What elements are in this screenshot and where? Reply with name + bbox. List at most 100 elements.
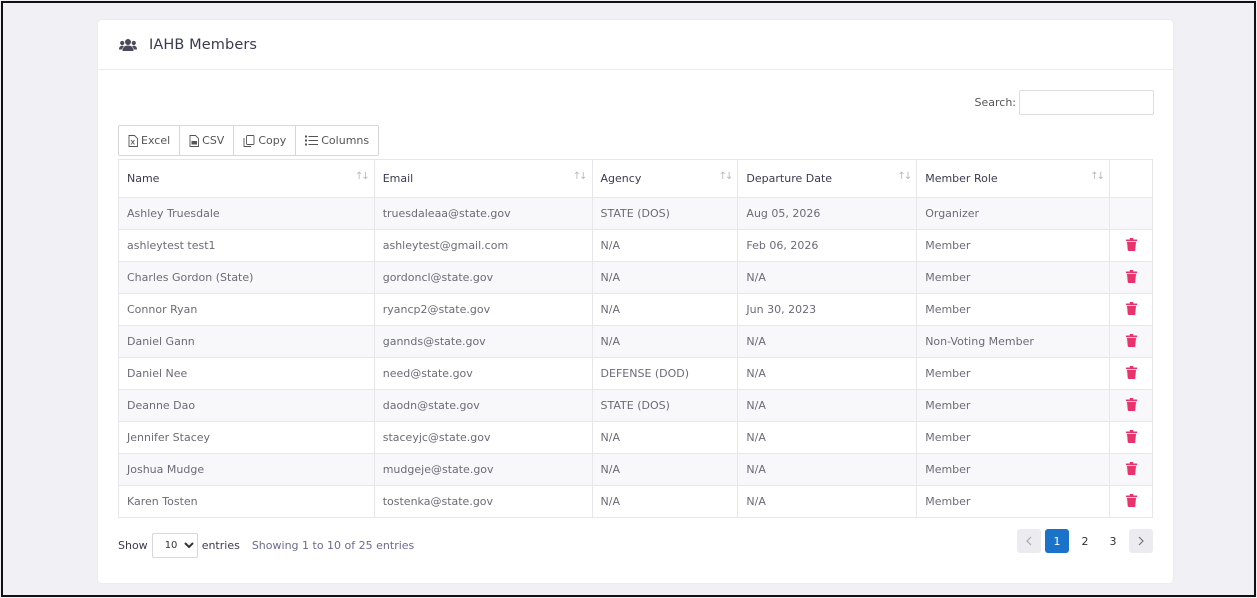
trash-icon[interactable] — [1125, 429, 1137, 443]
show-label: Show — [118, 539, 148, 552]
cell-agency: DEFENSE (DOD) — [591, 357, 739, 390]
cell-actions — [1109, 229, 1153, 262]
table-row: Jennifer Stacey staceyjc@state.gov N/A N/A M… — [118, 421, 1153, 454]
pagination: 1 2 3 — [1017, 529, 1153, 553]
previous-page-button[interactable] — [1017, 529, 1041, 553]
cell-role: Member — [916, 229, 1111, 262]
table-row: Daniel Gann gannds@state.gov N/A N/A Non-Vot… — [118, 325, 1153, 358]
copy-label: Copy — [258, 134, 287, 147]
page-button-1[interactable]: 1 — [1045, 529, 1069, 553]
column-header-departure-date[interactable]: Departure Date ↑↓ — [737, 159, 918, 198]
cell-actions — [1109, 421, 1153, 454]
cell-email: gannds@state.gov — [373, 325, 593, 358]
card-header: IAHB Members — [98, 20, 1173, 70]
trash-icon[interactable] — [1125, 397, 1137, 411]
excel-file-icon — [128, 134, 138, 147]
page-button-2[interactable]: 2 — [1073, 529, 1097, 553]
cell-agency: STATE (DOS) — [591, 197, 739, 230]
chevron-left-icon — [1026, 536, 1032, 546]
members-card: IAHB Members Search: Excel CSV Copy Colu… — [98, 20, 1173, 583]
copy-button[interactable]: Copy — [234, 126, 297, 155]
cell-email: staceyjc@state.gov — [373, 421, 593, 454]
cell-role: Organizer — [916, 197, 1111, 230]
members-table: Name ↑↓ Email ↑↓ Agency ↑↓ Departure Date ↑↓… — [118, 159, 1153, 518]
trash-icon[interactable] — [1125, 301, 1137, 315]
sort-icon: ↑↓ — [354, 171, 370, 182]
table-header-row: Name ↑↓ Email ↑↓ Agency ↑↓ Departure Date ↑↓… — [118, 159, 1153, 198]
trash-icon[interactable] — [1125, 461, 1137, 475]
cell-role: Member — [916, 293, 1111, 326]
cell-date: N/A — [737, 261, 918, 294]
table-row: Ashley Truesdale truesdaleaa@state.gov STA… — [118, 197, 1153, 230]
trash-icon[interactable] — [1125, 333, 1137, 347]
cell-date: N/A — [737, 325, 918, 358]
cell-date: N/A — [737, 389, 918, 422]
cell-role: Member — [916, 453, 1111, 486]
excel-button[interactable]: Excel — [119, 126, 181, 155]
search-label: Search: — [974, 96, 1017, 109]
users-icon — [119, 38, 137, 52]
export-toolbar: Excel CSV Copy Columns — [118, 125, 380, 156]
table-row: Connor Ryan ryancp2@state.gov N/A Jun 30, 2… — [118, 293, 1153, 326]
table-row: Charles Gordon (State) gordoncl@state.gov… — [118, 261, 1153, 294]
cell-agency: STATE (DOS) — [591, 389, 739, 422]
search-input[interactable] — [1019, 90, 1154, 115]
trash-icon[interactable] — [1125, 269, 1137, 283]
cell-actions — [1109, 293, 1153, 326]
cell-name: ashleytest test1 — [118, 229, 375, 262]
column-header-agency[interactable]: Agency ↑↓ — [591, 159, 739, 198]
sort-icon: ↑↓ — [897, 171, 912, 182]
chevron-right-icon — [1138, 536, 1144, 546]
trash-icon[interactable] — [1125, 493, 1137, 507]
cell-actions — [1109, 261, 1153, 294]
copy-icon — [243, 134, 255, 147]
column-header-member-role[interactable]: Member Role ↑↓ — [916, 159, 1111, 198]
csv-label: CSV — [202, 134, 225, 147]
table-row: ashleytest test1 ashleytest@gmail.com N/A F… — [118, 229, 1153, 262]
columns-button[interactable]: Columns — [296, 126, 379, 155]
trash-icon[interactable] — [1125, 237, 1137, 251]
cell-date: N/A — [737, 453, 918, 486]
cell-email: mudgeje@state.gov — [373, 453, 593, 486]
trash-icon[interactable] — [1125, 365, 1137, 379]
page-button-3[interactable]: 3 — [1101, 529, 1125, 553]
cell-name: Karen Tosten — [118, 485, 375, 518]
cell-date: Feb 06, 2026 — [737, 229, 918, 262]
cell-role: Member — [916, 261, 1111, 294]
cell-date: Aug 05, 2026 — [737, 197, 918, 230]
entries-label: entries — [201, 539, 240, 552]
cell-agency: N/A — [591, 229, 739, 262]
cell-date: N/A — [737, 357, 918, 390]
cell-agency: N/A — [591, 485, 739, 518]
cell-name: Daniel Nee — [118, 357, 375, 390]
sort-icon: ↑↓ — [1090, 171, 1105, 182]
cell-agency: N/A — [591, 261, 739, 294]
cell-name: Daniel Gann — [118, 325, 375, 358]
table-body: Ashley Truesdale truesdaleaa@state.gov STA… — [118, 197, 1153, 518]
cell-agency: N/A — [591, 453, 739, 486]
cell-role: Non-Voting Member — [916, 325, 1111, 358]
cell-email: need@state.gov — [373, 357, 593, 390]
cell-role: Member — [916, 421, 1111, 454]
sort-icon: ↑↓ — [572, 171, 588, 182]
cell-name: Ashley Truesdale — [118, 197, 375, 230]
cell-date: N/A — [737, 485, 918, 518]
column-header-email[interactable]: Email ↑↓ — [373, 159, 593, 198]
column-header-name[interactable]: Name ↑↓ — [118, 159, 375, 198]
next-page-button[interactable] — [1129, 529, 1153, 553]
cell-name: Charles Gordon (State) — [118, 261, 375, 294]
cell-role: Member — [916, 389, 1111, 422]
csv-button[interactable]: CSV — [180, 126, 235, 155]
entries-select[interactable]: 10 — [151, 533, 198, 558]
cell-email: ryancp2@state.gov — [373, 293, 593, 326]
sort-icon: ↑↓ — [718, 171, 734, 182]
csv-file-icon — [189, 134, 200, 147]
cell-email: gordoncl@state.gov — [373, 261, 593, 294]
cell-agency: N/A — [591, 293, 739, 326]
page-title: IAHB Members — [149, 36, 258, 53]
cell-actions — [1109, 197, 1153, 230]
cell-date: N/A — [737, 421, 918, 454]
cell-name: Joshua Mudge — [118, 453, 375, 486]
table-row: Karen Tosten tostenka@state.gov N/A N/A Memb… — [118, 485, 1153, 518]
cell-email: daodn@state.gov — [373, 389, 593, 422]
